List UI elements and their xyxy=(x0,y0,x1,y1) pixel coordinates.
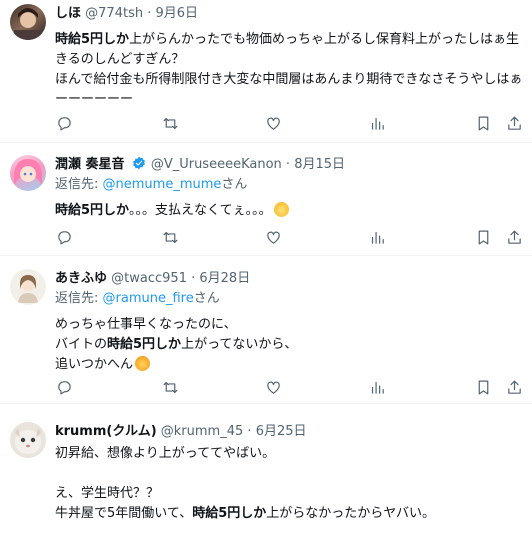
action-bar xyxy=(55,114,524,134)
highlighted-text: 時給5円しか xyxy=(55,32,130,47)
action-bar xyxy=(55,228,524,248)
text-segment: 牛丼屋で5年間働いて、 xyxy=(55,506,193,521)
like-icon[interactable] xyxy=(264,378,282,396)
text-line: 追いつかへん xyxy=(55,357,134,372)
views-icon[interactable] xyxy=(368,378,386,396)
text-segment: ほんで給付金も所得制限付き大変な中間層はあんまり期待できなさそうやしはぁーーーー… xyxy=(55,72,523,107)
separator: · xyxy=(191,271,196,286)
reply-label: 返信先: xyxy=(55,291,103,306)
display-name[interactable]: あきふゆ xyxy=(55,271,107,286)
reply-suffix: さん xyxy=(221,177,248,192)
post-header: あきふゆ @twacc951 · 6月28日 xyxy=(55,269,524,289)
display-name[interactable]: 潤瀬 奏星音 xyxy=(55,157,125,172)
bookmark-icon[interactable] xyxy=(474,378,492,396)
avatar[interactable] xyxy=(10,155,46,191)
share-icon[interactable] xyxy=(505,378,523,396)
display-name[interactable]: しほ xyxy=(55,6,81,21)
reply-context: 返信先: @ramune_fireさん xyxy=(55,289,524,309)
bookmark-icon[interactable] xyxy=(474,228,492,246)
action-bar xyxy=(55,378,524,398)
display-name[interactable]: krumm(クルム) xyxy=(55,424,157,439)
post-header: krumm(クルム) @krumm_45 · 6月25日 xyxy=(55,422,524,442)
separator: · xyxy=(147,6,152,21)
post-date[interactable]: 9月6日 xyxy=(156,6,199,21)
post-text: 時給5円しか。。。支払えなくてぇ。。。 xyxy=(55,201,524,221)
separator: · xyxy=(285,157,291,172)
share-icon[interactable] xyxy=(505,228,523,246)
post-date[interactable]: 8月15日 xyxy=(294,157,345,172)
reply-icon[interactable] xyxy=(55,378,73,396)
post-text: めっちゃ仕事早くなったのに、 バイトの時給5円しか上がってないから、 追いつかへ… xyxy=(55,315,524,375)
retweet-icon[interactable] xyxy=(161,228,179,246)
post-header: しほ @774tsh · 9月6日 xyxy=(55,4,524,24)
highlighted-text: 時給5円しか xyxy=(107,337,182,352)
text-segment: バイトの xyxy=(55,337,108,352)
highlighted-text: 時給5円しか xyxy=(55,203,130,218)
reply-mention[interactable]: @nemume_mume xyxy=(103,177,222,192)
post[interactable]: あきふゆ @twacc951 · 6月28日 返信先: @ramune_fire… xyxy=(0,256,532,404)
text-line: 初昇給、想像より上がっててやばい。 xyxy=(55,446,276,461)
text-segment: 上がってないから、 xyxy=(181,337,298,352)
text-segment: 。。。支払えなくてぇ。。。 xyxy=(129,203,272,218)
post[interactable]: 潤瀬 奏星音 @V_UruseeeeKanon · 8月15日 返信先: @ne… xyxy=(0,143,532,256)
avatar[interactable] xyxy=(10,269,46,305)
separator: · xyxy=(247,424,252,439)
bookmark-icon[interactable] xyxy=(474,114,492,132)
avatar[interactable] xyxy=(10,422,46,458)
verified-badge-icon[interactable] xyxy=(132,156,146,170)
post-text: 初昇給、想像より上がっててやばい。 え、学生時代？？ 牛丼屋で5年間働いて、時給… xyxy=(55,444,524,524)
post-date[interactable]: 6月28日 xyxy=(199,271,250,286)
reply-suffix: さん xyxy=(193,291,220,306)
user-handle[interactable]: @774tsh xyxy=(85,6,143,21)
text-segment: 上がらなかったからヤバい。 xyxy=(266,506,436,521)
post-text: 時給5円しか上がらんかったでも物価めっちゃ上がるし保育料上がったしはぁ生きるのし… xyxy=(55,30,524,110)
user-handle[interactable]: @krumm_45 xyxy=(161,424,243,439)
user-handle[interactable]: @V_UruseeeeKanon xyxy=(151,157,282,172)
user-handle[interactable]: @twacc951 xyxy=(111,271,187,286)
post-header: 潤瀬 奏星音 @V_UruseeeeKanon · 8月15日 xyxy=(55,155,524,175)
post-date[interactable]: 6月25日 xyxy=(256,424,307,439)
views-icon[interactable] xyxy=(368,228,386,246)
like-icon[interactable] xyxy=(264,228,282,246)
text-line: めっちゃ仕事早くなったのに、 xyxy=(55,317,237,332)
reply-icon[interactable] xyxy=(55,228,73,246)
retweet-icon[interactable] xyxy=(161,378,179,396)
like-icon[interactable] xyxy=(264,114,282,132)
avatar[interactable] xyxy=(10,4,46,40)
share-icon[interactable] xyxy=(505,114,523,132)
post[interactable]: krumm(クルム) @krumm_45 · 6月25日 初昇給、想像より上がっ… xyxy=(0,404,532,556)
highlighted-text: 時給5円しか xyxy=(192,506,267,521)
reply-context: 返信先: @nemume_mumeさん xyxy=(55,175,524,195)
sweating-face-emoji-icon xyxy=(273,202,289,217)
views-icon[interactable] xyxy=(368,114,386,132)
frustrated-face-emoji-icon xyxy=(135,356,151,371)
retweet-icon[interactable] xyxy=(161,114,179,132)
reply-mention[interactable]: @ramune_fire xyxy=(103,291,194,306)
text-line: え、学生時代？？ xyxy=(55,486,160,501)
reply-label: 返信先: xyxy=(55,177,103,192)
post[interactable]: しほ @774tsh · 9月6日 時給5円しか上がらんかったでも物価めっちゃ上… xyxy=(0,0,532,143)
reply-icon[interactable] xyxy=(55,114,73,132)
